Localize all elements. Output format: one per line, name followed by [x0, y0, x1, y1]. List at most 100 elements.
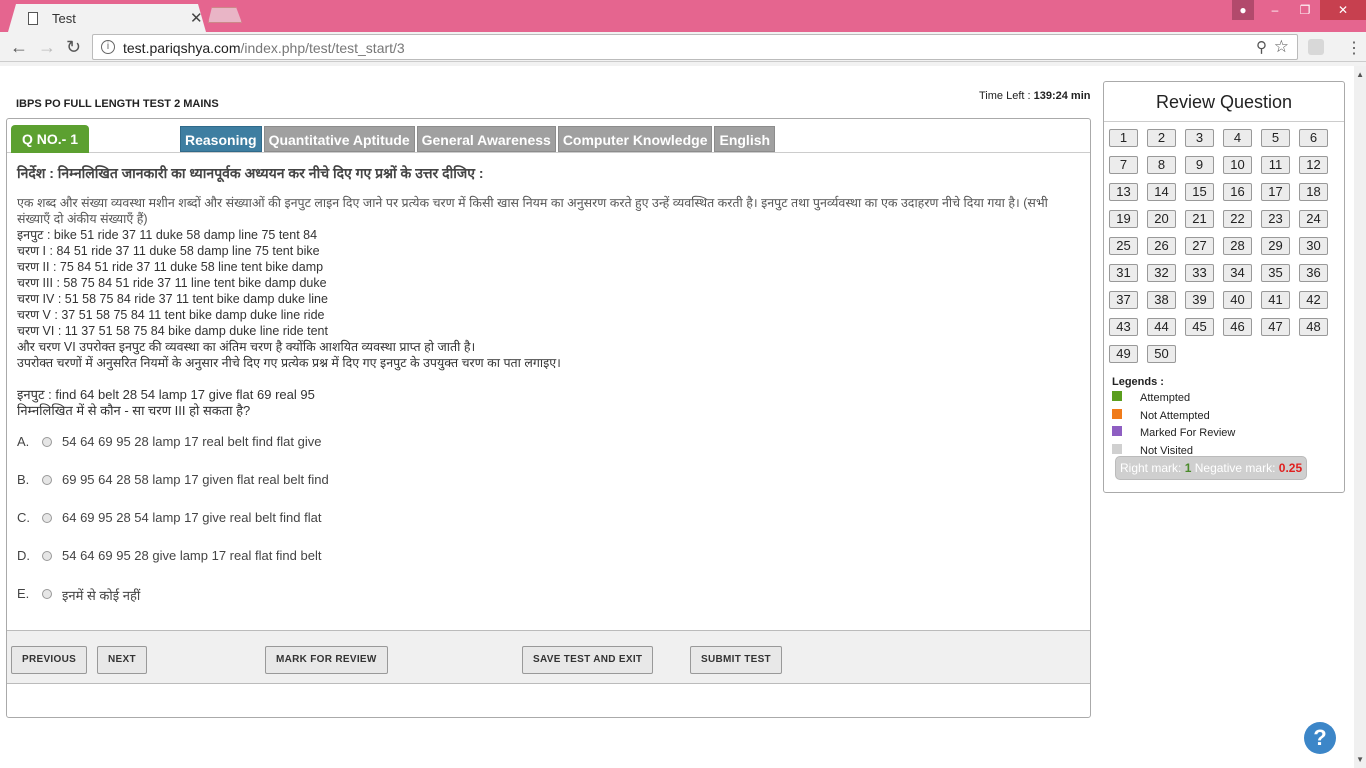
question-nav-button[interactable]: 32	[1147, 264, 1176, 282]
save-and-exit-button[interactable]: SAVE TEST AND EXIT	[522, 646, 654, 674]
question-nav-button[interactable]: 8	[1147, 156, 1176, 174]
question-nav-button[interactable]: 10	[1223, 156, 1252, 174]
menu-icon[interactable]: ⋮	[1346, 38, 1362, 58]
option-radio[interactable]	[42, 475, 52, 485]
option-radio[interactable]	[42, 437, 52, 447]
scroll-up-icon[interactable]: ▲	[1356, 70, 1364, 79]
browser-tab-active[interactable]: Test ✕	[8, 4, 206, 32]
passage-line: चरण I : 84 51 ride 37 11 duke 58 damp li…	[17, 244, 320, 258]
question-nav-button[interactable]: 19	[1109, 210, 1138, 228]
question-nav-button[interactable]: 17	[1261, 183, 1290, 201]
question-nav-button[interactable]: 50	[1147, 345, 1176, 363]
new-tab-button[interactable]	[208, 7, 242, 23]
bookmark-star-icon[interactable]: ☆	[1274, 37, 1289, 57]
submit-test-button[interactable]: SUBMIT TEST	[690, 646, 782, 674]
extension-icon[interactable]	[1308, 39, 1324, 55]
tab-english[interactable]: English	[714, 126, 776, 152]
question-nav-button[interactable]: 22	[1223, 210, 1252, 228]
option-radio[interactable]	[42, 513, 52, 523]
question-nav-button[interactable]: 44	[1147, 318, 1176, 336]
question-nav-button[interactable]: 33	[1185, 264, 1214, 282]
scroll-down-icon[interactable]: ▼	[1356, 755, 1364, 764]
option-row[interactable]: C. 64 69 95 28 54 lamp 17 give real belt …	[17, 510, 717, 530]
question-nav-button[interactable]: 11	[1261, 156, 1290, 174]
question-nav-button[interactable]: 5	[1261, 129, 1290, 147]
question-nav-button[interactable]: 42	[1299, 291, 1328, 309]
question-nav-button[interactable]: 39	[1185, 291, 1214, 309]
time-left-value: 139:24 min	[1033, 90, 1091, 102]
question-nav-button[interactable]: 49	[1109, 345, 1138, 363]
legend-label: Attempted	[1140, 392, 1191, 404]
review-title: Review Question	[1104, 82, 1344, 122]
address-bar[interactable]: i test.pariqshya.com/index.php/test/test…	[92, 34, 1298, 60]
page-scrollbar[interactable]: ▲ ▼	[1354, 66, 1366, 768]
close-tab-icon[interactable]: ✕	[190, 9, 203, 27]
question-nav-button[interactable]: 18	[1299, 183, 1328, 201]
tab-general-awareness[interactable]: General Awareness	[416, 126, 556, 152]
browser-toolbar: ← → ↻ i test.pariqshya.com/index.php/tes…	[0, 32, 1366, 62]
question-nav-button[interactable]: 25	[1109, 237, 1138, 255]
profile-icon[interactable]: ●	[1232, 0, 1254, 20]
question-nav-button[interactable]: 14	[1147, 183, 1176, 201]
question-nav-button[interactable]: 43	[1109, 318, 1138, 336]
question-nav-button[interactable]: 46	[1223, 318, 1252, 336]
zoom-icon[interactable]: ⚲	[1256, 38, 1267, 56]
question-nav-button[interactable]: 15	[1185, 183, 1214, 201]
question-nav-button[interactable]: 26	[1147, 237, 1176, 255]
question-nav-button[interactable]: 16	[1223, 183, 1252, 201]
question-nav-button[interactable]: 31	[1109, 264, 1138, 282]
option-row[interactable]: D. 54 64 69 95 28 give lamp 17 real flat …	[17, 548, 717, 568]
question-nav-button[interactable]: 36	[1299, 264, 1328, 282]
question-nav-button[interactable]: 23	[1261, 210, 1290, 228]
option-row[interactable]: E. इनमें से कोई नहीं	[17, 586, 717, 606]
question-nav-button[interactable]: 34	[1223, 264, 1252, 282]
mark-for-review-button[interactable]: MARK FOR REVIEW	[265, 646, 388, 674]
question-nav-button[interactable]: 38	[1147, 291, 1176, 309]
option-row[interactable]: A. 54 64 69 95 28 lamp 17 real belt find …	[17, 434, 717, 454]
question-nav-button[interactable]: 21	[1185, 210, 1214, 228]
tab-quantitative-aptitude[interactable]: Quantitative Aptitude	[263, 126, 415, 152]
info-icon[interactable]: i	[101, 40, 115, 54]
question-nav-button[interactable]: 3	[1185, 129, 1214, 147]
question-nav-button[interactable]: 4	[1223, 129, 1252, 147]
question-nav-button[interactable]: 35	[1261, 264, 1290, 282]
question-nav-button[interactable]: 1	[1109, 129, 1138, 147]
question-nav-button[interactable]: 6	[1299, 129, 1328, 147]
back-icon[interactable]: ←	[10, 37, 28, 58]
reload-icon[interactable]: ↻	[66, 37, 81, 58]
option-text: 64 69 95 28 54 lamp 17 give real belt fi…	[62, 510, 322, 525]
question-nav-button[interactable]: 12	[1299, 156, 1328, 174]
close-window-icon[interactable]: ✕	[1320, 0, 1366, 20]
option-radio[interactable]	[42, 589, 52, 599]
question-nav-button[interactable]: 9	[1185, 156, 1214, 174]
maximize-icon[interactable]: ❐	[1290, 0, 1320, 20]
question-nav-button[interactable]: 30	[1299, 237, 1328, 255]
question-nav-button[interactable]: 20	[1147, 210, 1176, 228]
question-nav-button[interactable]: 40	[1223, 291, 1252, 309]
question-nav-button[interactable]: 2	[1147, 129, 1176, 147]
window-controls: ● – ❐ ✕	[1232, 0, 1366, 20]
legend-item: Not Attempted	[1112, 408, 1312, 423]
question-nav-button[interactable]: 45	[1185, 318, 1214, 336]
help-icon[interactable]: ?	[1304, 722, 1336, 754]
question-nav-button[interactable]: 7	[1109, 156, 1138, 174]
question-nav-button[interactable]: 37	[1109, 291, 1138, 309]
previous-button[interactable]: PREVIOUS	[11, 646, 88, 674]
question-nav-button[interactable]: 48	[1299, 318, 1328, 336]
question-nav-button[interactable]: 27	[1185, 237, 1214, 255]
question-nav-button[interactable]: 47	[1261, 318, 1290, 336]
question-nav-button[interactable]: 29	[1261, 237, 1290, 255]
question-nav-button[interactable]: 13	[1109, 183, 1138, 201]
tab-reasoning[interactable]: Reasoning	[180, 126, 262, 152]
next-button[interactable]: NEXT	[97, 646, 147, 674]
question-nav-button[interactable]: 24	[1299, 210, 1328, 228]
time-left-label: Time Left :	[979, 90, 1031, 102]
question-nav-button[interactable]: 41	[1261, 291, 1290, 309]
forward-icon[interactable]: →	[38, 37, 56, 58]
minimize-icon[interactable]: –	[1260, 0, 1290, 20]
option-row[interactable]: B. 69 95 64 28 58 lamp 17 given flat real…	[17, 472, 717, 492]
legend-swatch	[1112, 426, 1122, 436]
question-nav-button[interactable]: 28	[1223, 237, 1252, 255]
option-radio[interactable]	[42, 551, 52, 561]
tab-computer-knowledge[interactable]: Computer Knowledge	[557, 126, 713, 152]
